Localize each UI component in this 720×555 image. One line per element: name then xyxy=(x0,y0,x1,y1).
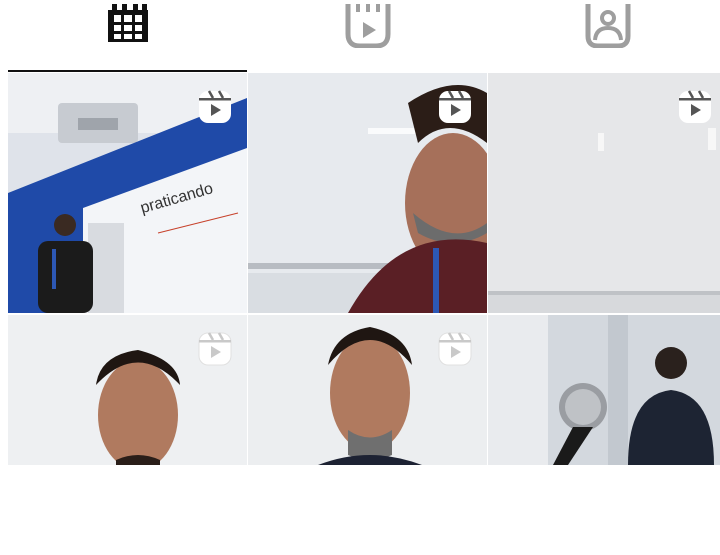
tile-thumbnail xyxy=(488,315,720,465)
tagged-person-icon xyxy=(585,4,631,48)
reels-icon xyxy=(438,332,472,366)
grid-tile-reel-4[interactable] xyxy=(8,315,247,555)
reels-icon xyxy=(679,90,711,123)
grid-icon xyxy=(108,4,148,42)
profile-tab-bar xyxy=(0,0,720,72)
tab-tagged[interactable] xyxy=(488,0,720,72)
reels-icon xyxy=(198,332,232,366)
reels-icon xyxy=(345,4,391,48)
grid-tile-6[interactable] xyxy=(488,315,720,555)
reels-icon xyxy=(199,90,231,123)
selected-tab-indicator xyxy=(8,70,247,72)
media-grid: praticando xyxy=(8,73,720,465)
reels-icon xyxy=(439,90,471,123)
grid-tile-reel-1[interactable]: praticando xyxy=(8,73,247,313)
grid-tile-reel-2[interactable] xyxy=(248,73,487,313)
tab-reels[interactable] xyxy=(248,0,488,72)
grid-tile-reel-5[interactable] xyxy=(248,315,487,555)
tab-posts-grid[interactable] xyxy=(8,0,248,72)
grid-tile-reel-3[interactable] xyxy=(488,73,720,313)
